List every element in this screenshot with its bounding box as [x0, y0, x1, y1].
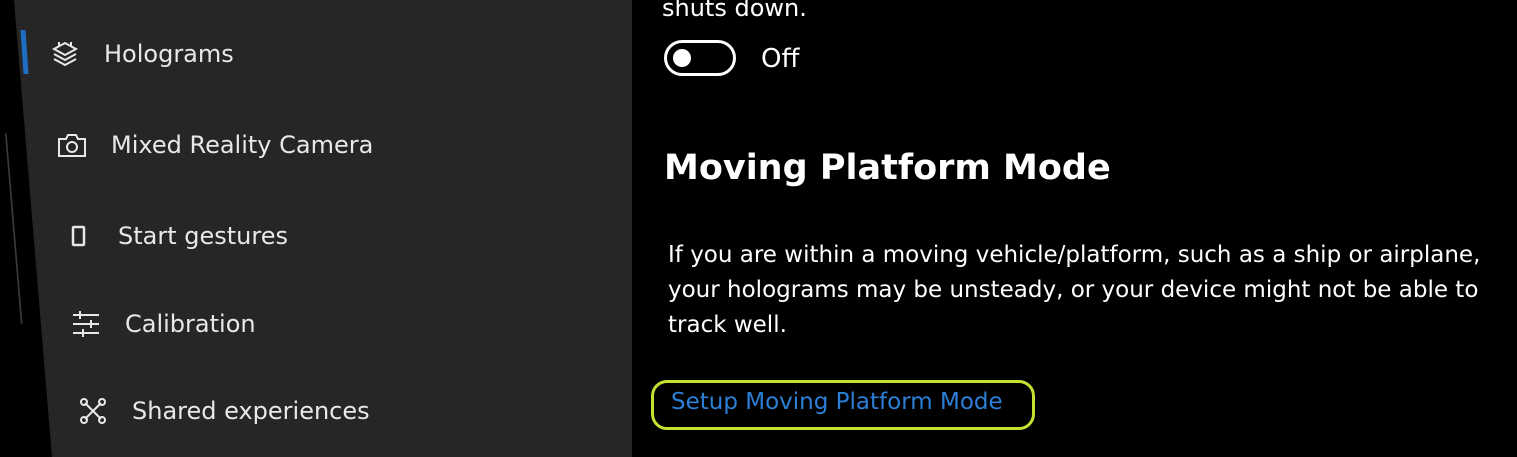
previous-description-tail: shuts down.	[662, 0, 807, 22]
sidebar-item-mixed-reality-camera[interactable]: Mixed Reality Camera	[55, 125, 373, 165]
sidebar-item-start-gestures[interactable]: Start gestures	[62, 216, 288, 256]
toggle-state-label: Off	[761, 44, 800, 74]
sidebar-item-label: Shared experiences	[132, 397, 370, 425]
toggle-knob	[673, 49, 691, 67]
toggle-switch[interactable]	[664, 40, 736, 76]
start-gesture-icon	[62, 219, 96, 253]
settings-window: Holograms Mixed Reality Camera Start ges…	[0, 0, 1517, 457]
section-description: If you are within a moving vehicle/platf…	[668, 242, 1481, 338]
sidebar-item-label: Mixed Reality Camera	[111, 131, 374, 159]
sidebar-item-shared-experiences[interactable]: Shared experiences	[76, 391, 370, 431]
sliders-icon	[69, 307, 103, 341]
setup-moving-platform-link[interactable]: Setup Moving Platform Mode	[671, 389, 1003, 415]
section-title: Moving Platform Mode	[664, 148, 1111, 188]
shared-experiences-icon	[76, 394, 110, 428]
sidebar-item-holograms[interactable]: Holograms	[48, 34, 234, 74]
camera-icon	[55, 128, 89, 162]
sidebar-item-calibration[interactable]: Calibration	[69, 304, 256, 344]
sidebar-item-label: Calibration	[125, 310, 256, 338]
sidebar-item-label: Start gestures	[118, 222, 288, 250]
sidebar-item-label: Holograms	[104, 40, 234, 68]
settings-content: shuts down. Off Moving Platform Mode If …	[632, 0, 1517, 457]
holograms-icon	[48, 37, 82, 71]
